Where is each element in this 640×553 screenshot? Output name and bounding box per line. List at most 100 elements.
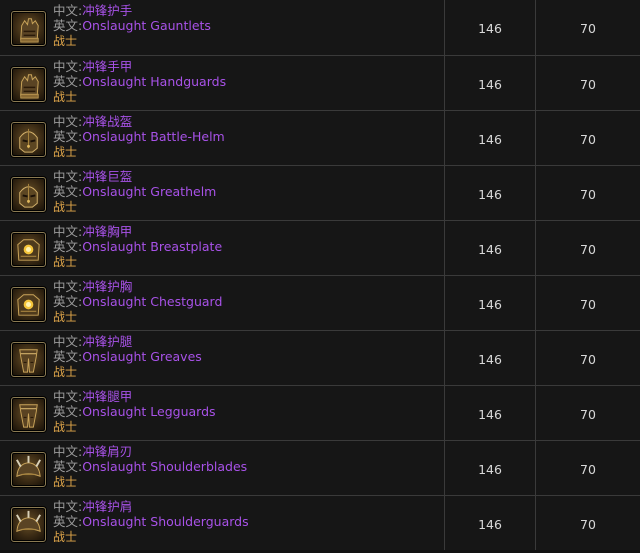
- legguards-icon[interactable]: [11, 397, 46, 432]
- chinese-item-name[interactable]: 冲锋手甲: [82, 59, 132, 74]
- english-label: 英文:: [53, 404, 83, 419]
- chinese-item-name[interactable]: 冲锋护手: [82, 3, 132, 18]
- english-item-name[interactable]: Onslaught Gauntlets: [82, 18, 211, 33]
- english-item-name[interactable]: Onslaught Chestguard: [82, 294, 222, 309]
- table-row[interactable]: 中文:冲锋肩刃 英文:Onslaught Shoulderblades 战士 1…: [0, 440, 640, 495]
- english-item-name[interactable]: Onslaught Battle-Helm: [82, 129, 225, 144]
- greaves-icon[interactable]: [11, 342, 46, 377]
- handguards-icon[interactable]: [11, 67, 46, 102]
- item-level-cell: 146: [445, 331, 536, 385]
- english-item-name[interactable]: Onslaught Legguards: [82, 404, 215, 419]
- chinese-label: 中文:: [53, 334, 83, 349]
- class-name: 战士: [53, 34, 78, 48]
- english-label: 英文:: [53, 74, 83, 89]
- chinese-item-name[interactable]: 冲锋战盔: [82, 114, 132, 129]
- english-label: 英文:: [53, 514, 83, 529]
- item-level-cell: 146: [445, 496, 536, 550]
- class-name: 战士: [53, 145, 78, 159]
- item-level-cell: 146: [445, 166, 536, 220]
- chinese-name-line: 中文:冲锋肩刃: [53, 444, 132, 459]
- required-level-cell: 70: [536, 496, 640, 550]
- required-level: 70: [580, 131, 596, 147]
- item-level-cell: 146: [445, 0, 536, 55]
- english-name-line: 英文:Onslaught Breastplate: [53, 239, 222, 254]
- english-name-line: 英文:Onslaught Gauntlets: [53, 18, 211, 33]
- required-level-cell: 70: [536, 0, 640, 55]
- chinese-item-name[interactable]: 冲锋护胸: [82, 279, 132, 294]
- table-row[interactable]: 中文:冲锋护手 英文:Onslaught Gauntlets 战士 146 70: [0, 0, 640, 55]
- english-label: 英文:: [53, 184, 83, 199]
- chestguard-icon[interactable]: [11, 287, 46, 322]
- table-row[interactable]: 中文:冲锋护胸 英文:Onslaught Chestguard 战士 146 7…: [0, 275, 640, 330]
- required-level: 70: [580, 516, 596, 532]
- gauntlets-icon[interactable]: [11, 11, 46, 46]
- item-level: 146: [478, 516, 502, 532]
- shoulderguards-icon[interactable]: [11, 507, 46, 542]
- chinese-label: 中文:: [53, 59, 83, 74]
- table-row[interactable]: 中文:冲锋手甲 英文:Onslaught Handguards 战士 146 7…: [0, 55, 640, 110]
- english-name-line: 英文:Onslaught Greaves: [53, 349, 202, 364]
- required-level-cell: 70: [536, 111, 640, 165]
- english-label: 英文:: [53, 129, 83, 144]
- table-row[interactable]: 中文:冲锋巨盔 英文:Onslaught Greathelm 战士 146 70: [0, 165, 640, 220]
- chinese-item-name[interactable]: 冲锋腿甲: [82, 389, 132, 404]
- table-row[interactable]: 中文:冲锋战盔 英文:Onslaught Battle-Helm 战士 146 …: [0, 110, 640, 165]
- breastplate-icon[interactable]: [11, 232, 46, 267]
- item-cell: 中文:冲锋胸甲 英文:Onslaught Breastplate 战士: [0, 221, 445, 275]
- chinese-name-line: 中文:冲锋战盔: [53, 114, 132, 129]
- english-name-line: 英文:Onslaught Shoulderguards: [53, 514, 249, 529]
- table-row[interactable]: 中文:冲锋腿甲 英文:Onslaught Legguards 战士 146 70: [0, 385, 640, 440]
- item-level: 146: [478, 131, 502, 147]
- chinese-label: 中文:: [53, 169, 83, 184]
- english-item-name[interactable]: Onslaught Breastplate: [82, 239, 222, 254]
- chinese-item-name[interactable]: 冲锋巨盔: [82, 169, 132, 184]
- chinese-item-name[interactable]: 冲锋护腿: [82, 334, 132, 349]
- item-level: 146: [478, 241, 502, 257]
- item-level-cell: 146: [445, 276, 536, 330]
- english-name-line: 英文:Onslaught Battle-Helm: [53, 129, 225, 144]
- chinese-name-line: 中文:冲锋巨盔: [53, 169, 132, 184]
- item-level: 146: [478, 296, 502, 312]
- item-level-cell: 146: [445, 386, 536, 440]
- chinese-label: 中文:: [53, 3, 83, 18]
- required-level-cell: 70: [536, 386, 640, 440]
- table-row[interactable]: 中文:冲锋胸甲 英文:Onslaught Breastplate 战士 146 …: [0, 220, 640, 275]
- english-item-name[interactable]: Onslaught Shoulderblades: [82, 459, 247, 474]
- required-level-cell: 70: [536, 276, 640, 330]
- chinese-item-name[interactable]: 冲锋肩刃: [82, 444, 132, 459]
- required-level: 70: [580, 296, 596, 312]
- class-name: 战士: [53, 530, 78, 544]
- helm-icon[interactable]: [11, 122, 46, 157]
- english-name-line: 英文:Onslaught Shoulderblades: [53, 459, 247, 474]
- chinese-name-line: 中文:冲锋护肩: [53, 499, 132, 514]
- item-cell: 中文:冲锋肩刃 英文:Onslaught Shoulderblades 战士: [0, 441, 445, 495]
- item-cell: 中文:冲锋巨盔 英文:Onslaught Greathelm 战士: [0, 166, 445, 220]
- english-item-name[interactable]: Onslaught Handguards: [82, 74, 226, 89]
- chinese-label: 中文:: [53, 444, 83, 459]
- required-level-cell: 70: [536, 441, 640, 495]
- english-name-line: 英文:Onslaught Legguards: [53, 404, 216, 419]
- table-row[interactable]: 中文:冲锋护肩 英文:Onslaught Shoulderguards 战士 1…: [0, 495, 640, 550]
- item-cell: 中文:冲锋护肩 英文:Onslaught Shoulderguards 战士: [0, 496, 445, 550]
- english-item-name[interactable]: Onslaught Greathelm: [82, 184, 216, 199]
- chinese-label: 中文:: [53, 499, 83, 514]
- table-row[interactable]: 中文:冲锋护腿 英文:Onslaught Greaves 战士 146 70: [0, 330, 640, 385]
- english-item-name[interactable]: Onslaught Shoulderguards: [82, 514, 248, 529]
- chinese-item-name[interactable]: 冲锋胸甲: [82, 224, 132, 239]
- english-name-line: 英文:Onslaught Chestguard: [53, 294, 222, 309]
- required-level: 70: [580, 21, 596, 36]
- chinese-name-line: 中文:冲锋护胸: [53, 279, 132, 294]
- item-level-cell: 146: [445, 111, 536, 165]
- required-level-cell: 70: [536, 221, 640, 275]
- item-cell: 中文:冲锋手甲 英文:Onslaught Handguards 战士: [0, 56, 445, 110]
- greathelm-icon[interactable]: [11, 177, 46, 212]
- chinese-item-name[interactable]: 冲锋护肩: [82, 499, 132, 514]
- item-cell: 中文:冲锋护胸 英文:Onslaught Chestguard 战士: [0, 276, 445, 330]
- english-label: 英文:: [53, 294, 83, 309]
- class-name: 战士: [53, 310, 78, 324]
- english-item-name[interactable]: Onslaught Greaves: [82, 349, 202, 364]
- required-level: 70: [580, 351, 596, 367]
- item-level: 146: [478, 186, 502, 202]
- chinese-label: 中文:: [53, 389, 83, 404]
- shoulderblades-icon[interactable]: [11, 452, 46, 487]
